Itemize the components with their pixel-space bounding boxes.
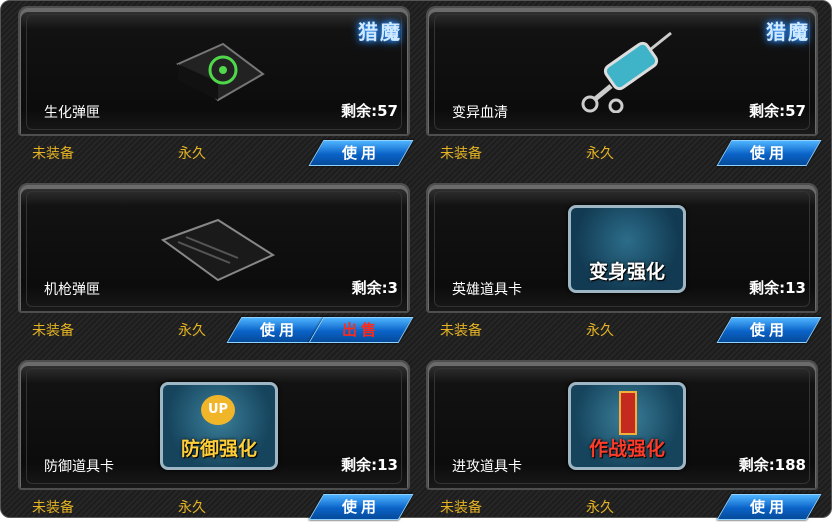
serum-syringe-icon — [581, 31, 672, 113]
equip-status: 未装备 — [32, 500, 74, 516]
inventory-item: 作战强化 进攻道具卡 剩余:188 未装备 永久 使用 — [426, 360, 822, 530]
item-quantity: 剩余:13 — [341, 456, 398, 474]
equip-status: 未装备 — [440, 146, 482, 162]
use-button[interactable]: 使用 — [308, 140, 414, 166]
use-button[interactable]: 使用 — [716, 317, 822, 343]
attack-card-icon: 作战强化 — [568, 382, 686, 470]
item-name: 机枪弹匣 — [44, 282, 100, 298]
inventory-item: 猎魔 生化弹匣 剩余:57 未装备 永久 使用 — [18, 6, 414, 176]
item-name: 进攻道具卡 — [452, 459, 522, 475]
duration: 永久 — [178, 500, 206, 516]
inventory-item: 猎魔 变异血清 剩余:57 未装备 永久 使用 — [426, 6, 822, 176]
hero-card-icon: 变身强化 — [568, 205, 686, 293]
item-quantity: 剩余:188 — [738, 456, 806, 474]
item-quantity: 剩余:57 — [749, 102, 806, 120]
item-name: 变异血清 — [452, 105, 508, 121]
hunter-tag: 猎魔 — [358, 20, 402, 44]
use-button[interactable]: 使用 — [308, 494, 414, 520]
inventory-item: 变身强化 英雄道具卡 剩余:13 未装备 永久 使用 — [426, 183, 822, 353]
equip-status: 未装备 — [440, 500, 482, 516]
inventory-item: 机枪弹匣 剩余:3 未装备 永久 使用 出售 — [18, 183, 414, 353]
item-name: 英雄道具卡 — [452, 282, 522, 298]
equip-status: 未装备 — [440, 323, 482, 339]
use-button[interactable]: 使用 — [716, 140, 822, 166]
item-name: 生化弹匣 — [44, 105, 100, 121]
item-quantity: 剩余:13 — [749, 279, 806, 297]
item-name: 防御道具卡 — [44, 459, 114, 475]
duration: 永久 — [586, 146, 614, 162]
equip-status: 未装备 — [32, 146, 74, 162]
item-quantity: 剩余:3 — [351, 279, 398, 297]
item-quantity: 剩余:57 — [341, 102, 398, 120]
machine-gun-magazine-icon — [160, 218, 276, 282]
duration: 永久 — [586, 500, 614, 516]
equip-status: 未装备 — [32, 323, 74, 339]
hunter-tag: 猎魔 — [766, 20, 810, 44]
use-button[interactable]: 使用 — [716, 494, 822, 520]
inventory-grid: 猎魔 生化弹匣 剩余:57 未装备 永久 使用 猎魔 变异血清 剩余:57 未装… — [0, 0, 832, 520]
duration: 永久 — [178, 146, 206, 162]
biohazard-magazine-icon — [176, 42, 265, 102]
duration: 永久 — [178, 323, 206, 339]
sell-button[interactable]: 出售 — [308, 317, 414, 343]
inventory-item: UP 防御强化 防御道具卡 剩余:13 未装备 永久 使用 — [18, 360, 414, 530]
duration: 永久 — [586, 323, 614, 339]
defense-card-icon: UP 防御强化 — [160, 382, 278, 470]
